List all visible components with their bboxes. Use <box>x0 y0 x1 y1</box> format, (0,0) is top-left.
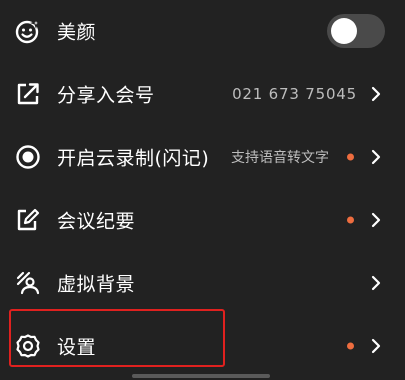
menu-item-beauty[interactable]: 美颜 <box>0 0 405 62</box>
badge-dot <box>347 216 354 224</box>
smile-sparkle-icon <box>14 17 42 45</box>
menu-item-share-number[interactable]: 分享入会号 021 673 75045 <box>0 63 405 125</box>
beauty-toggle[interactable] <box>327 14 385 48</box>
chevron-right-icon <box>369 337 383 355</box>
menu-item-label: 开启云录制(闪记) <box>57 147 210 170</box>
badge-dot <box>347 342 354 350</box>
speech-to-text-hint: 支持语音转文字 <box>231 150 329 166</box>
virtual-background-icon <box>14 269 42 297</box>
toggle-knob <box>331 18 357 44</box>
menu-item-label: 会议纪要 <box>57 210 136 233</box>
note-edit-icon <box>14 206 42 234</box>
menu-item-minutes[interactable]: 会议纪要 <box>0 189 405 251</box>
meeting-number: 021 673 75045 <box>232 85 357 103</box>
badge-dot <box>347 153 354 161</box>
menu-item-label: 美颜 <box>57 21 97 44</box>
share-icon <box>14 80 42 108</box>
menu-item-cloud-record[interactable]: 开启云录制(闪记) 支持语音转文字 <box>0 126 405 188</box>
chevron-right-icon <box>369 274 383 292</box>
meeting-more-menu: 美颜 分享入会号 021 673 75045 开启云录制(闪记) 支持语音转文字… <box>0 0 405 380</box>
settings-highlight-box <box>9 309 225 367</box>
chevron-right-icon <box>369 211 383 229</box>
menu-item-label: 虚拟背景 <box>57 273 136 296</box>
record-icon <box>14 143 42 171</box>
menu-item-label: 分享入会号 <box>57 84 155 107</box>
chevron-right-icon <box>369 148 383 166</box>
scroll-indicator <box>132 374 270 378</box>
menu-item-virtual-background[interactable]: 虚拟背景 <box>0 252 405 314</box>
chevron-right-icon <box>369 85 383 103</box>
